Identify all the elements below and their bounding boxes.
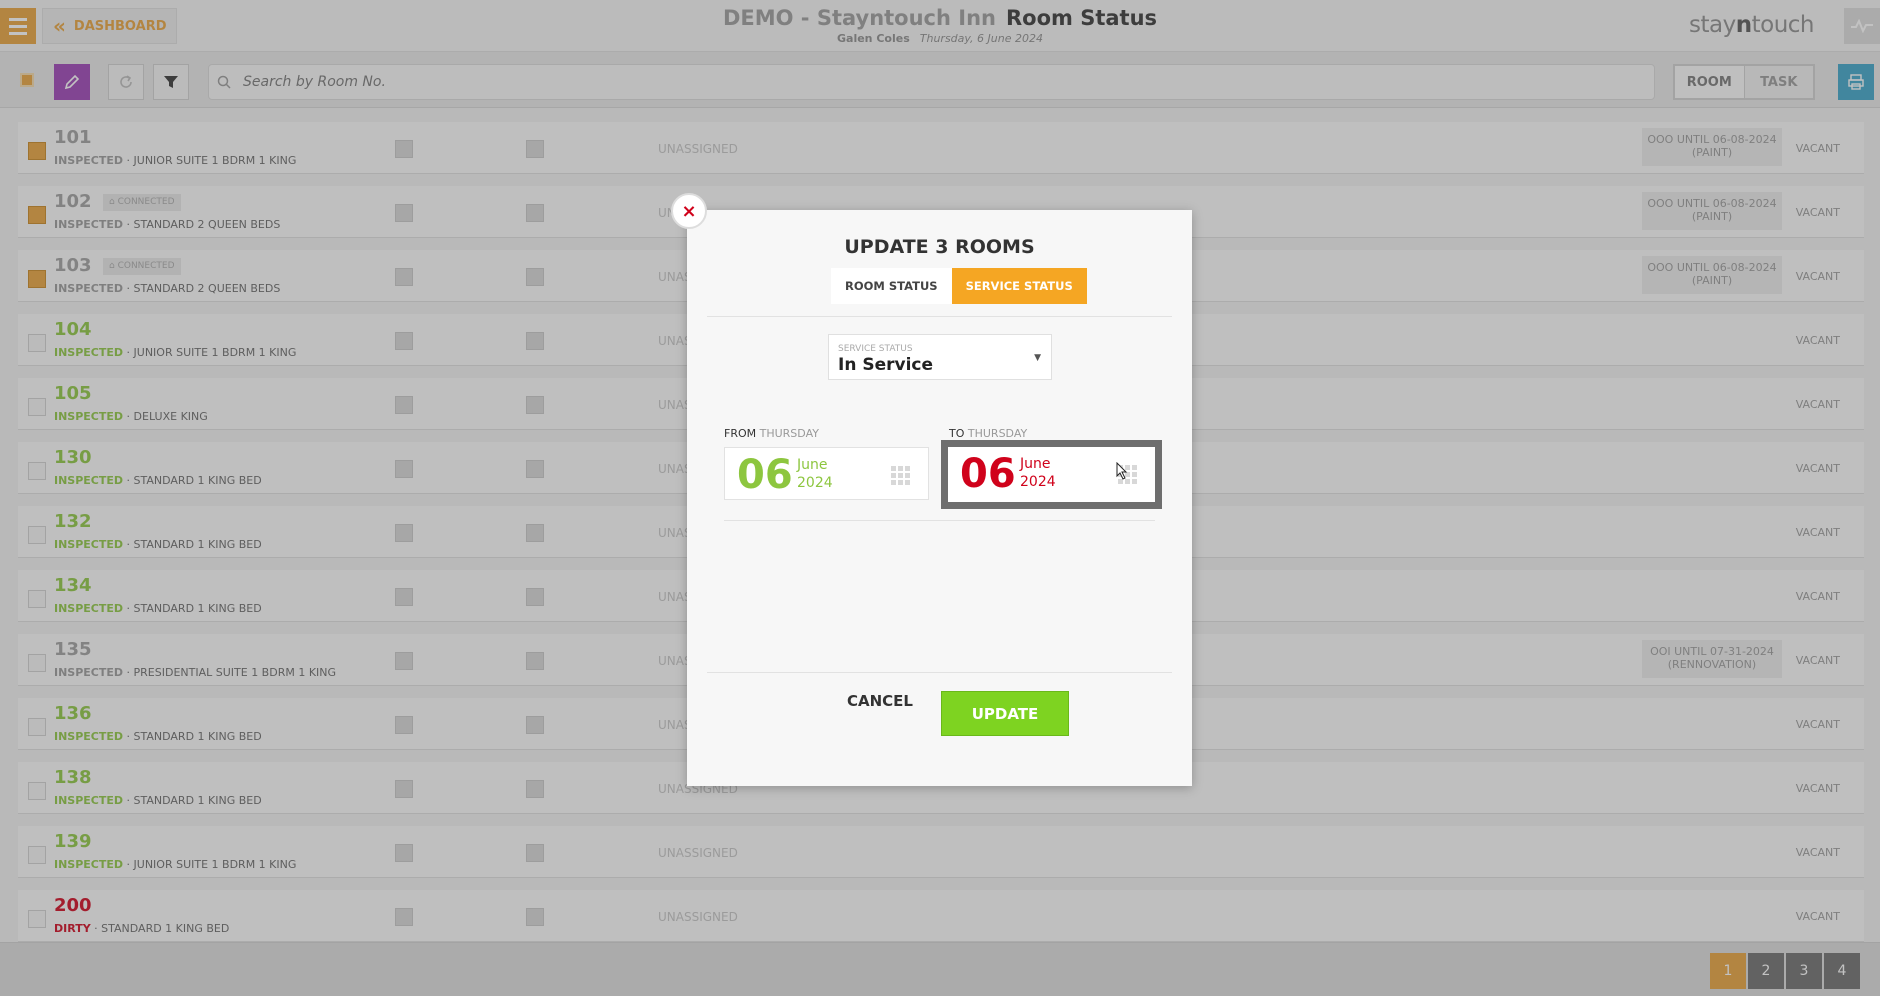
to-date-picker[interactable]: 06 June 2024	[941, 440, 1162, 509]
to-weekday: THURSDAY	[967, 427, 1028, 440]
from-label: FROM	[724, 427, 757, 440]
tab-service-status[interactable]: SERVICE STATUS	[951, 268, 1087, 304]
close-icon[interactable]: ×	[671, 193, 707, 229]
to-day-number: 06	[960, 451, 1016, 497]
from-weekday: THURSDAY	[759, 427, 819, 440]
divider	[707, 316, 1172, 317]
calendar-icon	[891, 466, 910, 485]
dialog-tabs: ROOM STATUS SERVICE STATUS	[831, 268, 1087, 304]
to-label: TO	[949, 427, 965, 440]
caret-down-icon: ▼	[1034, 353, 1041, 363]
service-status-label: SERVICE STATUS	[838, 344, 913, 354]
dialog-title: UPDATE 3 ROOMS	[844, 236, 1035, 258]
cancel-button[interactable]: CANCEL	[840, 692, 920, 710]
to-date-label: TO THURSDAY	[949, 427, 1027, 440]
update-rooms-dialog: UPDATE 3 ROOMS ROOM STATUS SERVICE STATU…	[687, 210, 1192, 786]
from-date-picker[interactable]: 06 June 2024	[724, 447, 929, 500]
from-month: June	[797, 457, 828, 473]
service-status-value: In Service	[838, 355, 934, 375]
divider	[707, 672, 1172, 673]
from-month-year: June 2024	[797, 456, 833, 492]
divider	[724, 520, 1155, 521]
to-year: 2024	[1020, 474, 1056, 490]
to-month-year: June 2024	[1020, 455, 1056, 491]
tab-room-status[interactable]: ROOM STATUS	[831, 268, 952, 304]
to-month: June	[1020, 456, 1051, 472]
from-day-number: 06	[737, 452, 793, 498]
from-date-label: FROM THURSDAY	[724, 427, 819, 440]
mouse-cursor-icon	[1116, 462, 1128, 480]
service-status-select[interactable]: SERVICE STATUS In Service ▼	[828, 334, 1052, 380]
from-year: 2024	[797, 475, 833, 491]
update-button[interactable]: UPDATE	[941, 691, 1069, 736]
